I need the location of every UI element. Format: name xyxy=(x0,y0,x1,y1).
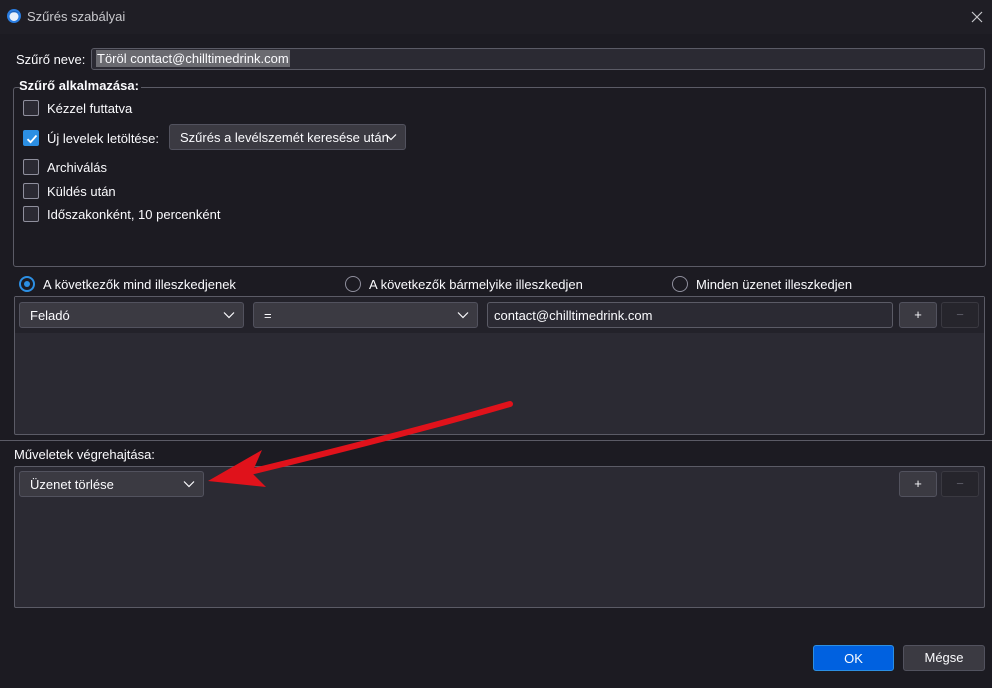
after-send-label: Küldés után xyxy=(47,183,116,199)
chevron-down-icon xyxy=(385,134,397,141)
match-every-message-option[interactable]: Minden üzenet illeszkedjen xyxy=(672,275,852,293)
new-mail-checkbox[interactable] xyxy=(23,130,39,146)
apply-filter-group xyxy=(13,87,986,267)
new-mail-option[interactable]: Új levelek letöltése: xyxy=(23,129,159,147)
after-send-option[interactable]: Küldés után xyxy=(23,182,116,200)
add-rule-button[interactable]: + xyxy=(899,302,937,328)
match-all-radio[interactable] xyxy=(19,276,35,292)
new-mail-timing-dropdown[interactable]: Szűrés a levélszemét keresése után xyxy=(169,124,406,150)
periodic-label: Időszakonként, 10 percenként xyxy=(47,206,221,222)
match-all-option[interactable]: A következők mind illeszkedjenek xyxy=(19,275,236,293)
actions-label: Műveletek végrehajtása: xyxy=(14,447,155,462)
remove-action-button[interactable]: − xyxy=(941,471,979,497)
thunderbird-icon xyxy=(7,9,21,23)
rule-field-value: Feladó xyxy=(30,308,70,323)
archive-option[interactable]: Archiválás xyxy=(23,158,107,176)
chevron-down-icon xyxy=(183,481,195,488)
filter-name-value: Töröl contact@chilltimedrink.com xyxy=(96,50,290,67)
match-any-label: A következők bármelyike illeszkedjen xyxy=(369,276,583,292)
filter-name-input[interactable]: Töröl contact@chilltimedrink.com xyxy=(91,48,985,70)
archive-label: Archiválás xyxy=(47,159,107,175)
title-bar: Szűrés szabályai xyxy=(0,0,992,34)
annotation-arrow-icon xyxy=(208,401,513,487)
close-icon xyxy=(971,11,983,23)
window-title: Szűrés szabályai xyxy=(27,9,126,24)
rule-value-text: contact@chilltimedrink.com xyxy=(494,308,653,323)
archive-checkbox[interactable] xyxy=(23,159,39,175)
filter-name-label: Szűrő neve: xyxy=(16,52,86,67)
chevron-down-icon xyxy=(457,312,469,319)
periodic-option[interactable]: Időszakonként, 10 percenként xyxy=(23,205,220,223)
manual-run-label: Kézzel futtatva xyxy=(47,100,133,116)
after-send-checkbox[interactable] xyxy=(23,183,39,199)
match-any-radio[interactable] xyxy=(345,276,361,292)
checkmark-icon xyxy=(26,134,38,144)
apply-filter-legend: Szűrő alkalmazása: xyxy=(19,78,141,93)
action-value: Üzenet törlése xyxy=(30,477,114,492)
match-every-message-radio[interactable] xyxy=(672,276,688,292)
match-every-message-label: Minden üzenet illeszkedjen xyxy=(696,276,853,292)
add-action-button[interactable]: + xyxy=(899,471,937,497)
rule-operator-value: = xyxy=(264,308,272,323)
action-dropdown[interactable]: Üzenet törlése xyxy=(19,471,204,497)
ok-button[interactable]: OK xyxy=(813,645,894,671)
rule-value-input[interactable]: contact@chilltimedrink.com xyxy=(487,302,893,328)
match-any-option[interactable]: A következők bármelyike illeszkedjen xyxy=(345,275,583,293)
cancel-button[interactable]: Mégse xyxy=(903,645,985,671)
chevron-down-icon xyxy=(223,312,235,319)
match-all-label: A következők mind illeszkedjenek xyxy=(43,276,236,292)
periodic-checkbox[interactable] xyxy=(23,206,39,222)
rule-operator-dropdown[interactable]: = xyxy=(253,302,478,328)
manual-run-option[interactable]: Kézzel futtatva xyxy=(23,99,132,117)
close-button[interactable] xyxy=(966,6,988,28)
manual-run-checkbox[interactable] xyxy=(23,100,39,116)
new-mail-label: Új levelek letöltése: xyxy=(47,130,159,146)
rule-field-dropdown[interactable]: Feladó xyxy=(19,302,244,328)
new-mail-timing-value: Szűrés a levélszemét keresése után xyxy=(180,130,389,145)
remove-rule-button[interactable]: − xyxy=(941,302,979,328)
